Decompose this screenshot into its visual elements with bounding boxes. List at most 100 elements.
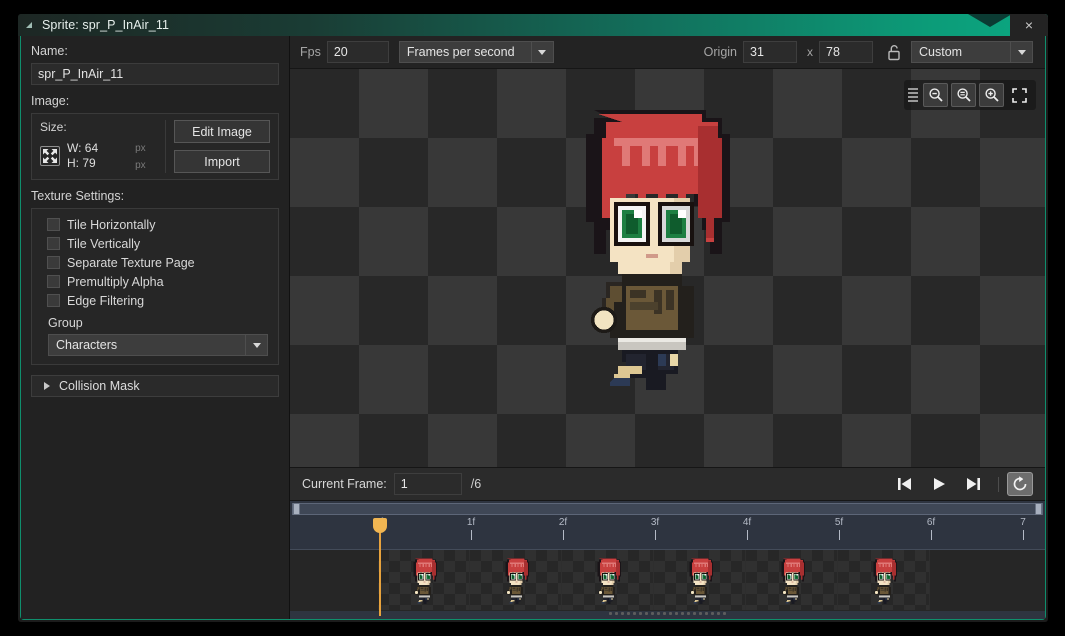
timeline-tick: 6f xyxy=(917,517,945,540)
window-body: Name: spr_P_InAir_11 Image: Size: W: 64 … xyxy=(20,36,1046,620)
drag-handle-icon[interactable] xyxy=(908,88,918,102)
sprite-preview-panel: Fps 20 Frames per second Origin 31 x 78 xyxy=(289,36,1045,619)
checkbox-icon[interactable] xyxy=(47,294,60,307)
texture-option-label: Separate Texture Page xyxy=(67,255,195,270)
edit-image-button[interactable]: Edit Image xyxy=(174,120,270,143)
fps-mode-combo[interactable]: Frames per second xyxy=(398,41,554,63)
frames-strip xyxy=(290,549,1045,611)
window-menu-triangle-icon[interactable] xyxy=(26,14,36,36)
titlebar-right-cap: × xyxy=(1010,14,1048,36)
timeline-frame-cell[interactable] xyxy=(378,550,470,610)
name-label: Name: xyxy=(31,44,68,58)
timeline-tick-label: 5f xyxy=(834,517,844,528)
frame-thumbnail-image xyxy=(587,554,629,606)
texture-option-row[interactable]: Separate Texture Page xyxy=(40,253,270,272)
fps-input[interactable]: 20 xyxy=(326,41,389,63)
checkbox-icon[interactable] xyxy=(47,237,60,250)
zoom-out-icon[interactable] xyxy=(923,83,948,107)
timeline-frame-cell[interactable] xyxy=(838,550,930,610)
animation-timeline: 0f1f2f3f4f5f6f7 xyxy=(290,501,1045,619)
sprite-canvas[interactable] xyxy=(290,69,1045,468)
sprite-height-value: H: 79 xyxy=(67,156,96,170)
zoom-toolbar xyxy=(904,80,1036,110)
collision-mask-section-header[interactable]: Collision Mask xyxy=(31,375,279,397)
texture-option-label: Tile Horizontally xyxy=(67,217,156,232)
timeline-tick: 5f xyxy=(825,517,853,540)
group-combo[interactable]: Characters xyxy=(48,334,268,356)
texture-checkbox-list: Tile Horizontally Tile Vertically Separate… xyxy=(40,215,270,310)
playback-divider xyxy=(998,476,999,492)
timeline-tick-label: 2f xyxy=(558,517,568,528)
window-title: Sprite: spr_P_InAir_11 xyxy=(42,18,170,32)
fps-label: Fps xyxy=(300,45,321,59)
checkbox-icon[interactable] xyxy=(47,275,60,288)
texture-option-label: Premultiply Alpha xyxy=(67,274,164,289)
timeline-scrollbar[interactable] xyxy=(292,503,1043,515)
resize-sprite-icon[interactable] xyxy=(40,146,60,166)
window-titlebar[interactable]: Sprite: spr_P_InAir_11 × xyxy=(18,14,1048,36)
timeline-frame-cell[interactable] xyxy=(654,550,746,610)
frames-leading-pad xyxy=(290,550,378,611)
panel-resize-grip[interactable] xyxy=(290,609,1045,617)
current-frame-input[interactable]: 1 xyxy=(393,473,462,495)
fit-to-screen-icon[interactable] xyxy=(1007,83,1032,107)
close-icon[interactable]: × xyxy=(1025,18,1033,32)
texture-option-row[interactable]: Premultiply Alpha xyxy=(40,272,270,291)
chevron-down-icon[interactable] xyxy=(1010,42,1032,62)
total-frames-label: /6 xyxy=(470,477,482,491)
current-frame-label: Current Frame: xyxy=(302,477,387,491)
timeline-frame-cell[interactable] xyxy=(470,550,562,610)
origin-mode-value: Custom xyxy=(912,42,1010,62)
origin-y-input[interactable]: 78 xyxy=(819,41,873,63)
loop-button[interactable] xyxy=(1007,472,1033,496)
checkbox-icon[interactable] xyxy=(47,218,60,231)
texture-option-row[interactable]: Tile Horizontally xyxy=(40,215,270,234)
timeline-tick: 1f xyxy=(457,517,485,540)
timeline-tick-label: 3f xyxy=(650,517,660,528)
lock-open-icon[interactable] xyxy=(883,41,905,63)
first-frame-button[interactable] xyxy=(888,471,922,497)
timeline-tick-label: 6f xyxy=(926,517,936,528)
timeline-frame-cell[interactable] xyxy=(746,550,838,610)
frame-thumbnail-image xyxy=(863,554,905,606)
texture-option-label: Edge Filtering xyxy=(67,293,145,308)
sprite-name-input[interactable]: spr_P_InAir_11 xyxy=(31,63,279,85)
height-unit: px xyxy=(135,160,146,171)
import-button[interactable]: Import xyxy=(174,150,270,173)
collision-mask-label: Collision Mask xyxy=(59,379,140,393)
sprite-preview-image xyxy=(522,86,778,402)
timeline-frame-cell[interactable] xyxy=(562,550,654,610)
image-label: Image: xyxy=(31,94,70,108)
checkbox-icon[interactable] xyxy=(47,256,60,269)
last-frame-button[interactable] xyxy=(956,471,990,497)
timeline-ruler[interactable]: 0f1f2f3f4f5f6f7 xyxy=(290,517,1045,547)
origin-mode-combo[interactable]: Custom xyxy=(911,41,1033,63)
group-combo-value: Characters xyxy=(49,335,245,355)
texture-option-label: Tile Vertically xyxy=(67,236,141,251)
fps-mode-value: Frames per second xyxy=(399,42,531,62)
texture-option-row[interactable]: Edge Filtering xyxy=(40,291,270,310)
zoom-reset-icon[interactable] xyxy=(951,83,976,107)
timeline-tick-label: 4f xyxy=(742,517,752,528)
play-button[interactable] xyxy=(922,471,956,497)
size-section: Size: W: 64 H: 79 px px xyxy=(40,120,166,173)
frame-thumbnail-image xyxy=(679,554,721,606)
origin-x-input[interactable]: 31 xyxy=(743,41,797,63)
timeline-scroll-handle-left[interactable] xyxy=(293,503,300,515)
zoom-in-icon[interactable] xyxy=(979,83,1004,107)
chevron-down-icon[interactable] xyxy=(530,42,553,62)
origin-label: Origin xyxy=(703,45,737,59)
origin-separator: x xyxy=(807,45,813,59)
timeline-tick: 4f xyxy=(733,517,761,540)
timeline-tick-label: 1f xyxy=(466,517,476,528)
timeline-scroll-handle-right[interactable] xyxy=(1035,503,1042,515)
texture-settings-label: Texture Settings: xyxy=(31,189,125,203)
group-label: Group xyxy=(48,316,83,330)
playback-controls: Current Frame: 1 /6 xyxy=(290,468,1045,501)
playhead-knob[interactable] xyxy=(372,518,387,533)
sprite-width-value: W: 64 xyxy=(67,141,99,155)
timeline-playhead[interactable] xyxy=(372,518,387,616)
size-label: Size: xyxy=(40,120,67,134)
chevron-down-icon[interactable] xyxy=(245,335,267,355)
texture-option-row[interactable]: Tile Vertically xyxy=(40,234,270,253)
